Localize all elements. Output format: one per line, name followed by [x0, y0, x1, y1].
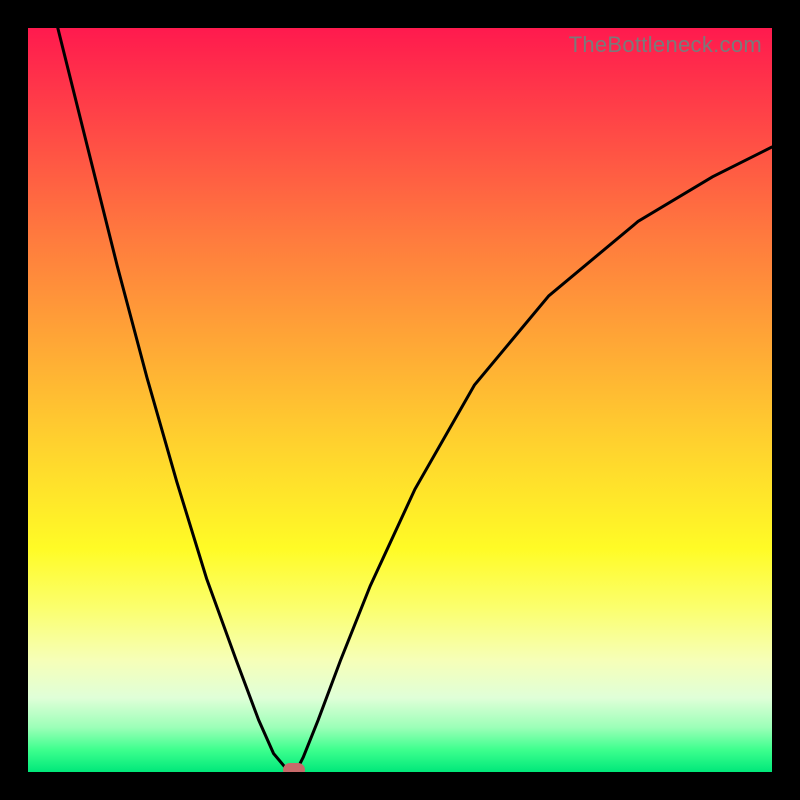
minimum-marker	[283, 763, 305, 772]
bottleneck-curve	[28, 28, 772, 772]
chart-plot-area: TheBottleneck.com	[28, 28, 772, 772]
chart-frame: TheBottleneck.com	[0, 0, 800, 800]
watermark-text: TheBottleneck.com	[569, 32, 762, 58]
curve-path	[58, 28, 772, 772]
